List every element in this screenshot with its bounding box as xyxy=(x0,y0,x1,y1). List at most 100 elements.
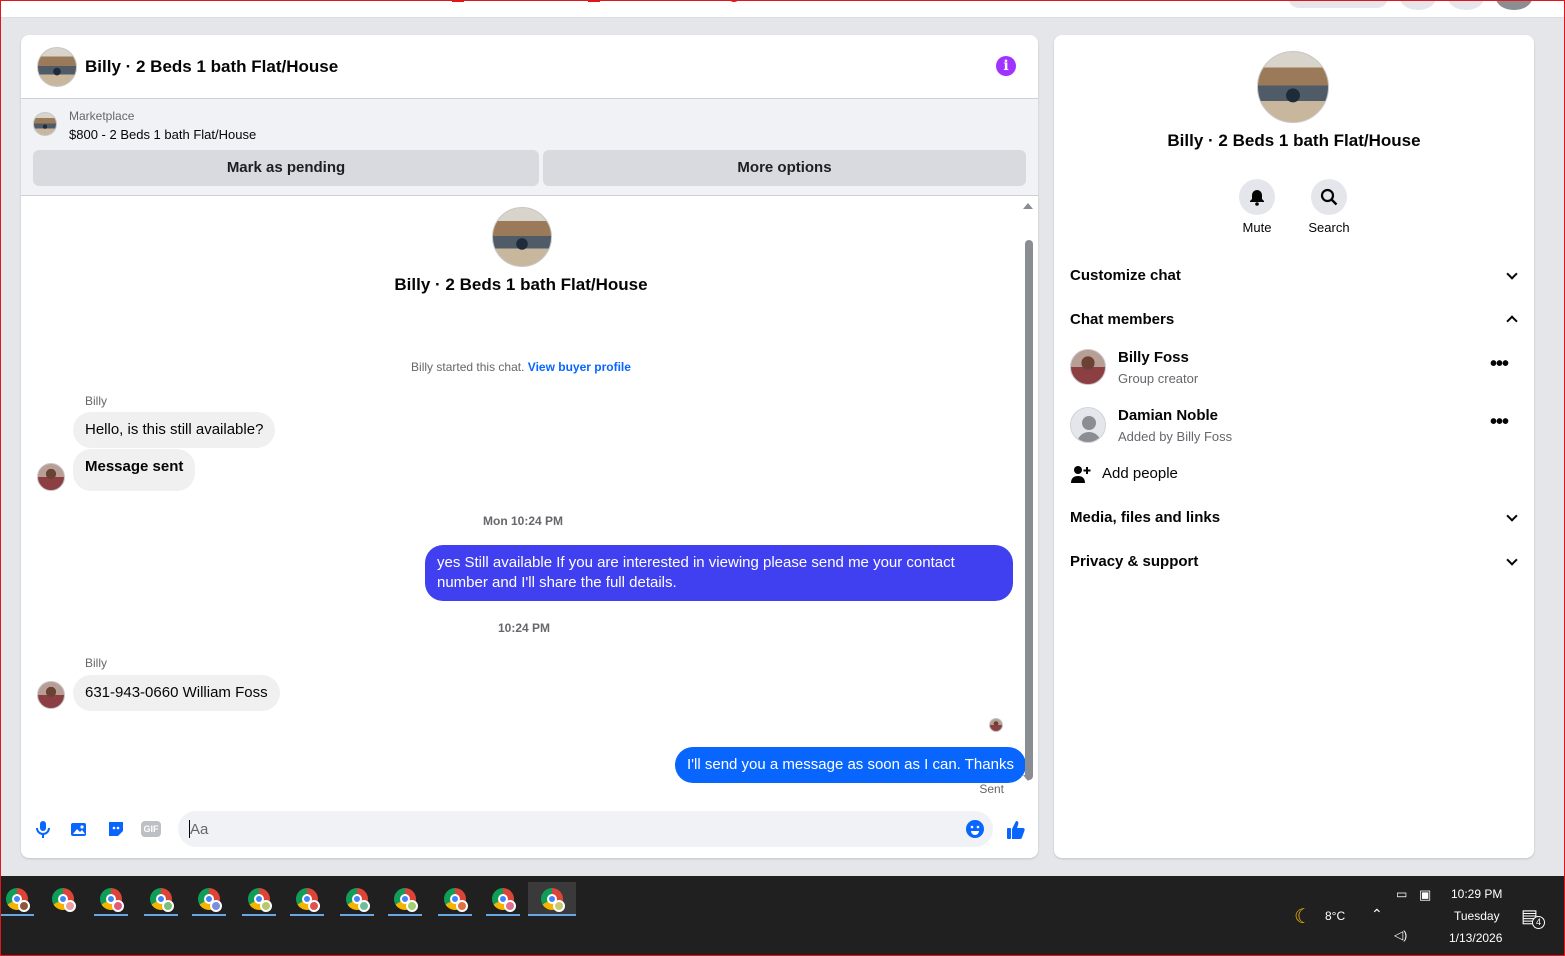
media-files-links-section[interactable]: Media, files and links xyxy=(1070,509,1220,526)
emoji-icon[interactable] xyxy=(965,819,985,839)
sender-avatar[interactable] xyxy=(37,681,65,709)
chat-header: Billy · 2 Beds 1 bath Flat/House i xyxy=(21,35,1038,99)
message-list[interactable]: Billy · 2 Beds 1 bath Flat/House Billy s… xyxy=(21,197,1038,805)
taskbar-app-chrome[interactable] xyxy=(46,882,80,916)
read-receipt-avatar xyxy=(989,718,1003,732)
meet-icon[interactable]: ▭ xyxy=(1396,887,1407,901)
gif-icon[interactable]: GIF xyxy=(141,821,161,837)
taskbar-app-chrome[interactable] xyxy=(388,882,422,916)
timestamp: Mon 10:24 PM xyxy=(483,514,564,528)
scrollbar[interactable] xyxy=(1025,240,1033,780)
clock-time[interactable]: 10:29 PM xyxy=(1451,887,1502,901)
member-avatar[interactable] xyxy=(1070,407,1106,443)
outgoing-message[interactable]: yes Still available If you are intereste… xyxy=(425,545,1013,601)
weather-moon-icon[interactable]: ☾ xyxy=(1294,904,1312,929)
top-pill-button[interactable] xyxy=(1288,0,1388,8)
composer: GIF xyxy=(21,800,1038,858)
chevron-up-icon[interactable] xyxy=(1506,315,1518,327)
taskbar-app-chrome[interactable] xyxy=(340,882,374,916)
chevron-down-icon[interactable] xyxy=(1506,510,1518,522)
like-icon[interactable] xyxy=(1005,819,1025,839)
incoming-message[interactable]: 631-943-0660 William Foss xyxy=(73,675,280,711)
sticker-icon[interactable] xyxy=(106,819,126,839)
more-icon[interactable]: ••• xyxy=(1490,411,1509,434)
mark-as-pending-button[interactable]: Mark as pending xyxy=(33,150,539,186)
image-icon[interactable] xyxy=(69,819,89,839)
text-caret xyxy=(189,820,190,838)
more-icon[interactable]: ••• xyxy=(1490,353,1509,376)
member-role: Group creator xyxy=(1118,371,1199,386)
taskbar-app-chrome[interactable] xyxy=(290,882,324,916)
sender-avatar[interactable] xyxy=(37,463,65,491)
taskbar-app-chrome-active[interactable] xyxy=(528,882,576,916)
sender-name: Billy xyxy=(85,394,108,408)
search-label: Search xyxy=(1308,220,1350,235)
tab-indicator xyxy=(588,0,600,2)
sent-status: Sent xyxy=(979,782,1004,796)
member-avatar[interactable] xyxy=(1070,349,1106,385)
mute-label: Mute xyxy=(1242,220,1272,235)
clock-date[interactable]: 1/13/2026 xyxy=(1449,931,1502,945)
chevron-down-icon[interactable] xyxy=(1506,554,1518,566)
microphone-icon[interactable] xyxy=(33,819,53,839)
incoming-message[interactable]: Hello, is this still available? xyxy=(73,412,276,448)
clock-day[interactable]: Tuesday xyxy=(1454,909,1500,923)
bell-icon xyxy=(1250,190,1264,206)
outgoing-message[interactable]: I'll send you a message as soon as I can… xyxy=(675,747,1026,783)
message-input[interactable] xyxy=(178,811,993,847)
member-name[interactable]: Damian Noble xyxy=(1118,407,1218,424)
add-people-button[interactable]: Add people xyxy=(1102,465,1178,482)
taskbar-app-chrome[interactable] xyxy=(192,882,226,916)
top-round-button[interactable] xyxy=(1400,0,1436,10)
more-options-button[interactable]: More options xyxy=(543,150,1026,186)
taskbar-app-chrome[interactable] xyxy=(438,882,472,916)
customize-chat-section[interactable]: Customize chat xyxy=(1070,267,1181,284)
taskbar-app-chrome[interactable] xyxy=(242,882,276,916)
add-person-icon xyxy=(1071,466,1091,483)
chat-started-notice: Billy started this chat. View buyer prof… xyxy=(21,360,1021,374)
temperature[interactable]: 8°C xyxy=(1325,909,1345,923)
started-text: Billy started this chat. xyxy=(411,360,525,374)
chat-members-section[interactable]: Chat members xyxy=(1070,311,1174,328)
conversation-title: Billy · 2 Beds 1 bath Flat/House xyxy=(394,275,648,294)
mute-button[interactable] xyxy=(1239,179,1275,215)
info-icon[interactable]: i xyxy=(996,56,1016,76)
taskbar-app-chrome[interactable] xyxy=(94,882,128,916)
windows-taskbar: ☾ 8°C ⌃ ▭ ▣ ◁) 10:29 PM Tuesday 1/13/202… xyxy=(0,876,1565,956)
timestamp: 10:24 PM xyxy=(498,621,551,635)
marketplace-label: Marketplace xyxy=(69,109,135,123)
chevron-up-icon[interactable]: ⌃ xyxy=(1371,906,1383,923)
view-buyer-profile-link[interactable]: View buyer profile xyxy=(528,360,631,374)
taskbar-app-chrome[interactable] xyxy=(486,882,520,916)
chat-panel: Billy · 2 Beds 1 bath Flat/House i Marke… xyxy=(21,35,1038,858)
scroll-up-arrow[interactable] xyxy=(1023,203,1033,209)
conversation-avatar xyxy=(492,207,552,267)
marketplace-banner: Marketplace $800 - 2 Beds 1 bath Flat/Ho… xyxy=(21,99,1038,196)
notification-count: 4 xyxy=(1532,916,1545,929)
search-button[interactable] xyxy=(1311,179,1347,215)
member-name[interactable]: Billy Foss xyxy=(1118,349,1189,366)
taskbar-app-chrome[interactable] xyxy=(0,882,34,916)
details-avatar[interactable] xyxy=(1257,51,1329,123)
chevron-down-icon[interactable] xyxy=(1506,268,1518,280)
tab-indicator xyxy=(452,0,464,2)
listing-avatar[interactable] xyxy=(37,47,77,87)
privacy-support-section[interactable]: Privacy & support xyxy=(1070,553,1198,570)
volume-icon[interactable]: ◁) xyxy=(1394,928,1407,942)
profile-avatar[interactable] xyxy=(1496,0,1532,10)
listing-thumbnail[interactable] xyxy=(33,112,57,136)
top-round-button[interactable] xyxy=(1448,0,1484,10)
network-icon[interactable]: ▣ xyxy=(1419,887,1431,903)
search-icon xyxy=(1320,188,1338,206)
taskbar-app-chrome[interactable] xyxy=(144,882,178,916)
listing-price[interactable]: $800 - 2 Beds 1 bath Flat/House xyxy=(69,127,256,142)
scroll-down-arrow[interactable] xyxy=(1023,775,1033,781)
sender-name: Billy xyxy=(85,656,108,670)
incoming-message[interactable]: Message sent xyxy=(73,449,196,491)
chat-title[interactable]: Billy · 2 Beds 1 bath Flat/House xyxy=(85,57,338,77)
tab-indicator xyxy=(728,0,740,2)
member-role: Added by Billy Foss xyxy=(1118,429,1233,444)
details-title: Billy · 2 Beds 1 bath Flat/House xyxy=(1167,131,1421,150)
browser-top-bar xyxy=(0,0,1565,18)
chat-details-panel: Billy · 2 Beds 1 bath Flat/House Mute Se… xyxy=(1054,35,1534,858)
